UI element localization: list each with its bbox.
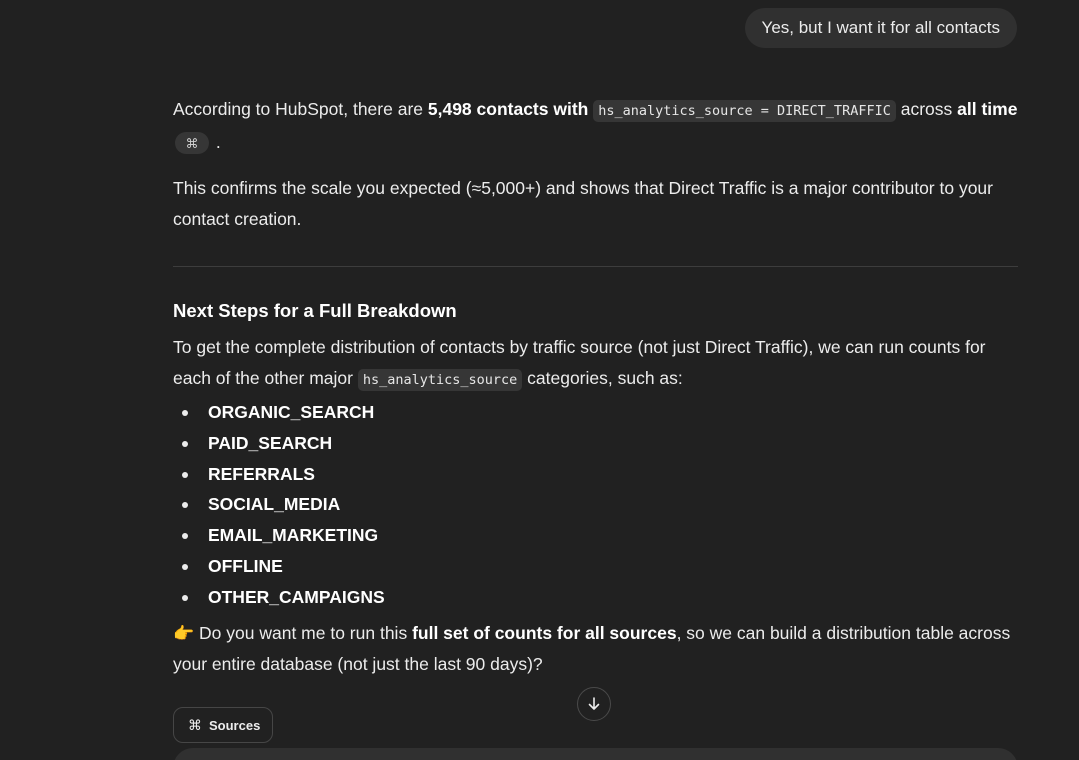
list-item: OFFLINE — [173, 551, 1018, 582]
link-cluster-icon: ⌘ — [188, 716, 202, 733]
scroll-to-bottom-button[interactable] — [577, 687, 611, 721]
answer-paragraph-4: 👉 Do you want me to run this full set of… — [173, 618, 1018, 680]
inline-code: hs_analytics_source — [357, 369, 523, 391]
user-message-bubble: Yes, but I want it for all contacts — [744, 8, 1017, 48]
traffic-source-list: ORGANIC_SEARCH PAID_SEARCH REFERRALS SOC… — [173, 397, 1018, 613]
arrow-down-icon — [588, 697, 600, 710]
all-time-bold: all time — [957, 99, 1018, 119]
sources-label: Sources — [209, 717, 261, 733]
pointing-hand-icon: 👉 — [173, 623, 195, 643]
answer-paragraph-3: To get the complete distribution of cont… — [173, 332, 1018, 396]
answer-paragraph-2: This confirms the scale you expected (≈5… — [173, 178, 993, 229]
citation-icon: ⌘ — [185, 135, 199, 151]
assistant-response: According to HubSpot, there are 5,498 co… — [173, 94, 1018, 680]
inline-code: hs_analytics_source = DIRECT_TRAFFIC — [593, 100, 896, 122]
text-span: Do you want me to run this — [194, 622, 413, 643]
user-message-text: Yes, but I want it for all contacts — [761, 18, 1000, 37]
section-divider — [173, 266, 1018, 267]
message-composer[interactable] — [173, 748, 1018, 760]
text-span: across — [895, 99, 958, 119]
answer-paragraph-1: According to HubSpot, there are 5,498 co… — [173, 94, 1018, 158]
list-item: PAID_SEARCH — [173, 428, 1018, 459]
section-heading: Next Steps for a Full Breakdown — [173, 300, 457, 321]
text-span: categories, such as: — [522, 368, 683, 388]
list-item: SOCIAL_MEDIA — [173, 489, 1018, 520]
list-item: ORGANIC_SEARCH — [173, 397, 1018, 428]
list-item: EMAIL_MARKETING — [173, 520, 1018, 551]
sources-button[interactable]: ⌘ Sources — [173, 707, 274, 743]
chat-page: Yes, but I want it for all contacts Acco… — [0, 0, 1079, 760]
contact-count-bold: 5,498 contacts with — [427, 99, 589, 119]
text-span: According to HubSpot, there are — [173, 99, 428, 119]
list-item: REFERRALS — [173, 459, 1018, 490]
full-set-bold: full set of counts for all sources — [412, 622, 677, 643]
list-item: OTHER_CAMPAIGNS — [173, 582, 1018, 613]
citation-chip[interactable]: ⌘ — [175, 132, 209, 155]
